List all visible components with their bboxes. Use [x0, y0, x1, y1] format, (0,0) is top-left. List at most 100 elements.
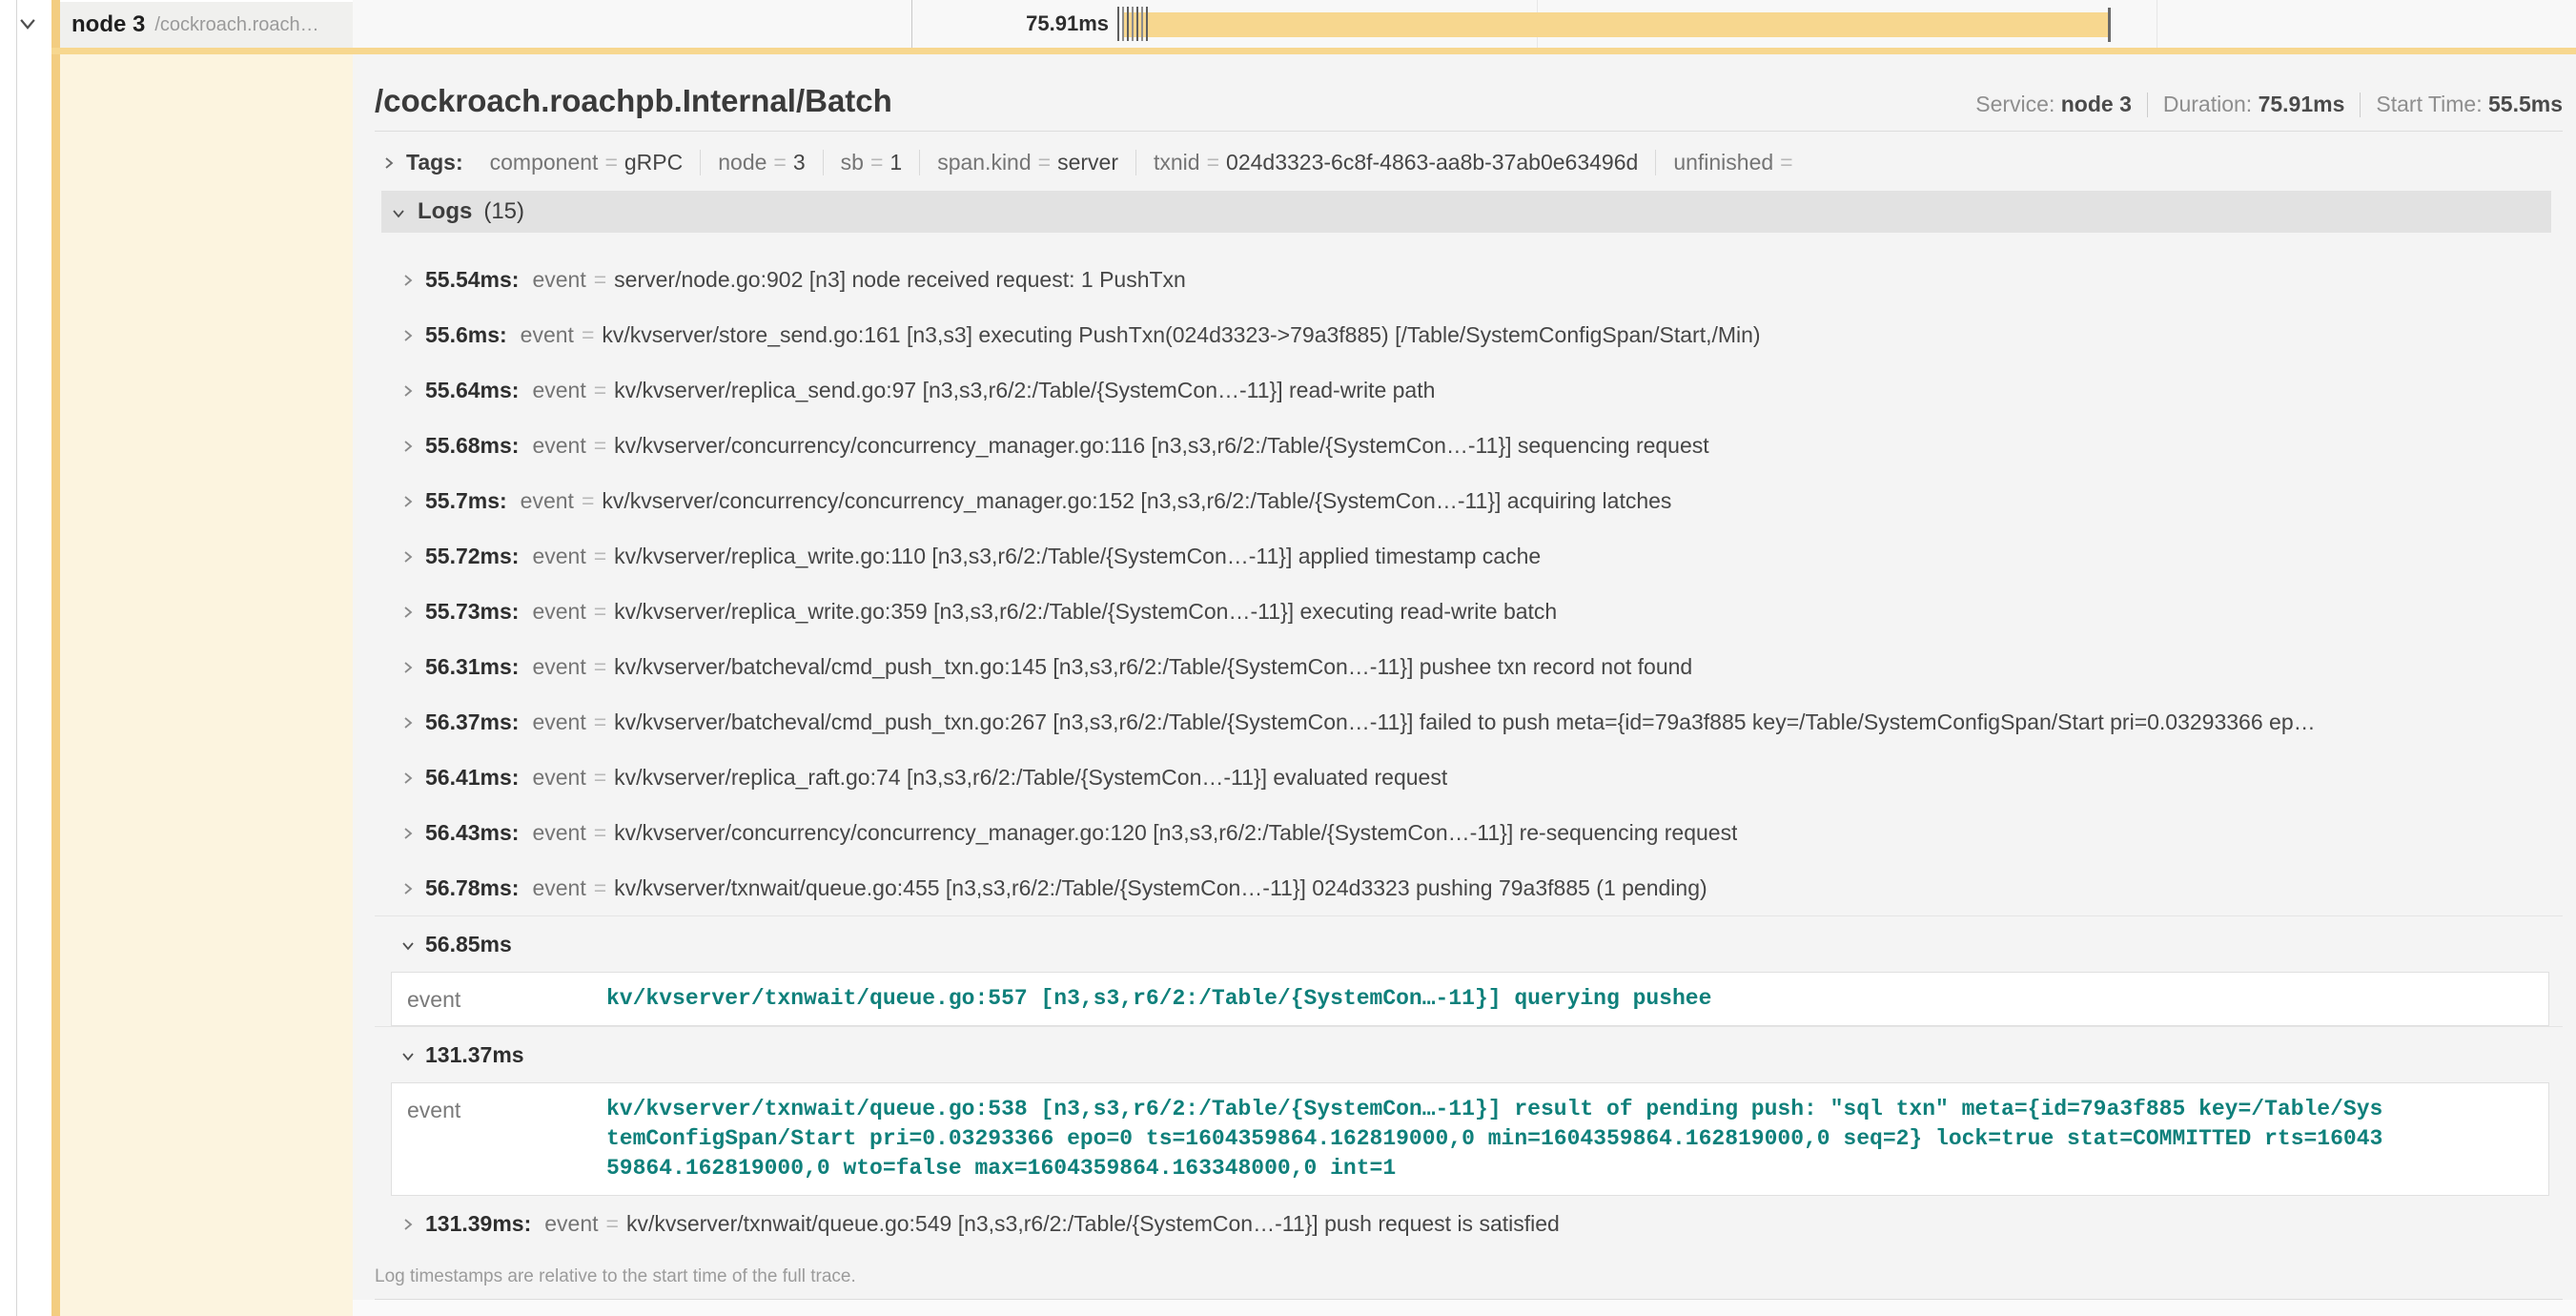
log-equals-sign: =	[594, 544, 606, 569]
tag-equals-sign: =	[1780, 150, 1792, 175]
log-timestamp: 55.6ms:	[425, 322, 507, 348]
log-timestamp: 56.78ms:	[425, 875, 519, 901]
log-kv-box: eventkv/kvserver/txnwait/queue.go:557 [n…	[391, 972, 2549, 1026]
span-service-name: node 3	[72, 11, 145, 38]
bottom-strip	[353, 1300, 2576, 1316]
log-row[interactable]: 55.7ms:event=kv/kvserver/concurrency/con…	[375, 473, 2563, 528]
tag-key: txnid	[1154, 150, 1200, 175]
log-equals-sign: =	[594, 875, 606, 901]
expanded-log-timestamp: 131.37ms	[425, 1042, 524, 1068]
log-field-key: event	[532, 654, 585, 680]
log-kv-box: eventkv/kvserver/txnwait/queue.go:538 [n…	[391, 1082, 2549, 1196]
log-row[interactable]: 55.72ms:event=kv/kvserver/replica_write.…	[375, 528, 2563, 584]
log-row[interactable]: 56.43ms:event=kv/kvserver/concurrency/co…	[375, 805, 2563, 860]
tag-item: node=3	[700, 150, 822, 175]
chevron-right-icon	[400, 1217, 416, 1232]
log-tick-mark	[1127, 7, 1129, 41]
log-row[interactable]: 55.73ms:event=kv/kvserver/replica_write.…	[375, 584, 2563, 639]
log-message: kv/kvserver/concurrency/concurrency_mana…	[614, 433, 1708, 459]
log-row[interactable]: 56.37ms:event=kv/kvserver/batcheval/cmd_…	[375, 694, 2563, 750]
logs-header[interactable]: Logs (15)	[381, 191, 2551, 233]
log-timestamp: 56.41ms:	[425, 765, 519, 791]
log-tick-mark	[1122, 7, 1124, 41]
chevron-right-icon	[381, 155, 397, 171]
tag-value: gRPC	[624, 150, 683, 175]
log-equals-sign: =	[594, 378, 606, 403]
log-field-key: event	[532, 820, 585, 846]
collapse-all-chevron-icon[interactable]	[17, 13, 38, 34]
tags-label: Tags:	[406, 150, 463, 175]
chevron-right-icon	[400, 383, 416, 399]
expanded-log-header[interactable]: 56.85ms	[375, 915, 2563, 972]
expanded-log-entry: 56.85mseventkv/kvserver/txnwait/queue.go…	[375, 915, 2563, 1026]
log-timestamp: 55.72ms:	[425, 544, 519, 569]
span-detail-header: /cockroach.roachpb.Internal/Batch Servic…	[375, 83, 2563, 119]
expanded-log-entry: 131.37ms eventkv/kvserver/txnwait/queue.g…	[375, 1026, 2563, 1196]
tag-value: server	[1057, 150, 1118, 175]
tag-key: unfinished	[1673, 150, 1773, 175]
log-kv-row: eventkv/kvserver/txnwait/queue.go:557 [n…	[392, 973, 2548, 1025]
log-field-key: event	[532, 544, 585, 569]
span-title: /cockroach.roachpb.Internal/Batch	[375, 83, 1975, 119]
log-message: kv/kvserver/txnwait/queue.go:455 [n3,s3,…	[614, 875, 1707, 901]
start-time-label: Start Time:	[2376, 92, 2482, 116]
selected-span-name-column	[60, 51, 353, 1316]
log-message: kv/kvserver/replica_raft.go:74 [n3,s3,r6…	[614, 765, 1447, 791]
log-message: kv/kvserver/batcheval/cmd_push_txn.go:14…	[614, 654, 1692, 680]
log-equals-sign: =	[594, 433, 606, 459]
log-kv-key: event	[407, 984, 606, 1014]
tag-equals-sign: =	[773, 150, 786, 175]
expanded-log-header[interactable]: 131.37ms	[375, 1026, 2563, 1082]
meta-separator	[2147, 93, 2148, 117]
tag-item: sb=1	[823, 150, 920, 175]
tag-value: 3	[793, 150, 806, 175]
span-operation-name: /cockroach.roach…	[154, 14, 318, 36]
log-equals-sign: =	[594, 820, 606, 846]
log-timestamp: 55.54ms:	[425, 267, 519, 293]
log-row[interactable]: 55.64ms:event=kv/kvserver/replica_send.g…	[375, 362, 2563, 418]
log-field-key: event	[544, 1211, 598, 1237]
chevron-right-icon	[400, 328, 416, 343]
meta-separator	[2360, 93, 2361, 117]
chevron-down-icon	[391, 206, 406, 221]
tags-header[interactable]: Tags: component=gRPCnode=3sb=1span.kind=…	[375, 143, 2563, 181]
timeline-column-divider	[911, 0, 912, 48]
log-tick-mark	[1117, 7, 1119, 41]
log-message: kv/kvserver/txnwait/queue.go:549 [n3,s3,…	[626, 1211, 1560, 1237]
log-row[interactable]: 56.41ms:event=kv/kvserver/replica_raft.g…	[375, 750, 2563, 805]
service-label: Service:	[1975, 92, 2055, 116]
tag-item: unfinished =	[1655, 150, 1816, 175]
log-message: kv/kvserver/concurrency/concurrency_mana…	[614, 820, 1737, 846]
log-tick-mark	[1141, 7, 1143, 41]
log-equals-sign: =	[594, 765, 606, 791]
chevron-down-icon	[400, 1049, 416, 1064]
log-field-key: event	[532, 378, 585, 403]
tag-equals-sign: =	[1207, 150, 1219, 175]
log-row[interactable]: 56.78ms:event=kv/kvserver/txnwait/queue.…	[375, 860, 2563, 915]
chevron-right-icon	[400, 660, 416, 675]
tag-equals-sign: =	[1038, 150, 1051, 175]
chevron-right-icon	[400, 826, 416, 841]
service-value: node 3	[2061, 92, 2132, 116]
log-row[interactable]: 131.39ms:event=kv/kvserver/txnwait/queue…	[375, 1196, 2563, 1251]
log-row[interactable]: 55.68ms:event=kv/kvserver/concurrency/co…	[375, 418, 2563, 473]
chevron-right-icon	[400, 605, 416, 620]
span-meta: Service: node 3 Duration: 75.91ms Start …	[1975, 92, 2563, 117]
tag-item: component=gRPC	[473, 150, 701, 175]
log-row[interactable]: 55.6ms:event=kv/kvserver/store_send.go:1…	[375, 307, 2563, 362]
log-tick-mark	[1136, 7, 1138, 41]
span-accent-stripe	[51, 0, 60, 1316]
log-kv-key: event	[407, 1095, 606, 1183]
log-timestamp: 55.7ms:	[425, 488, 507, 514]
logs-footer-note: Log timestamps are relative to the start…	[375, 1266, 2563, 1287]
tag-item: txnid=024d3323-6c8f-4863-aa8b-37ab0e6349…	[1135, 150, 1655, 175]
tag-equals-sign: =	[870, 150, 883, 175]
log-kv-row: eventkv/kvserver/txnwait/queue.go:538 [n…	[392, 1083, 2548, 1195]
span-row-tab[interactable]: node 3 /cockroach.roach…	[60, 2, 353, 48]
tag-key: component	[490, 150, 599, 175]
trace-detail-page: { "colors":{ "span_accent":"#f7d78f", "a…	[0, 0, 2576, 1316]
log-row[interactable]: 55.54ms:event=server/node.go:902 [n3] no…	[375, 252, 2563, 307]
chevron-right-icon	[400, 549, 416, 565]
span-duration-bar[interactable]	[1123, 12, 2109, 37]
log-row[interactable]: 56.31ms:event=kv/kvserver/batcheval/cmd_…	[375, 639, 2563, 694]
